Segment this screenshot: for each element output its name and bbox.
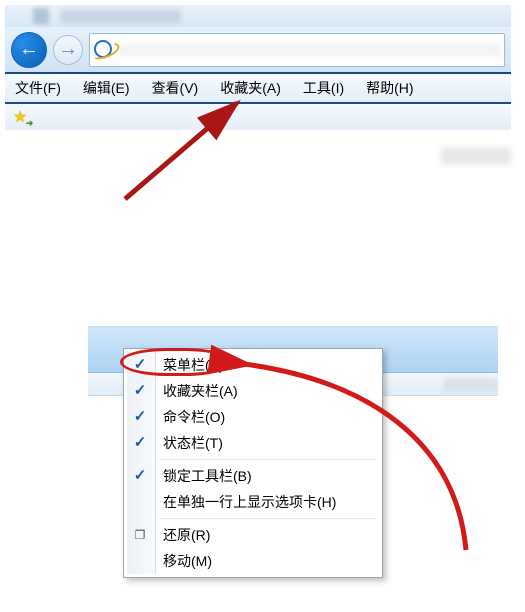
- titlebar-title-blur: [61, 9, 181, 23]
- arrow-right-icon: →: [58, 38, 78, 61]
- check-icon: ✓: [129, 378, 151, 404]
- address-text-blur: [118, 43, 500, 57]
- forward-button[interactable]: →: [53, 35, 83, 65]
- ctx-item-menubar[interactable]: ✓ 菜单栏(E): [155, 352, 379, 378]
- ctx-item-tabs-separate-row[interactable]: 在单独一行上显示选项卡(H): [155, 489, 379, 515]
- arrow-left-icon: ←: [19, 38, 39, 61]
- browser-window-top: ← → 文件(F) 编辑(E) 查看(V) 收藏夹(A) 工具(I) 帮助(H)…: [5, 5, 511, 210]
- browser-window-bottom: ✓ 菜单栏(E) ✓ 收藏夹栏(A) ✓ 命令栏(O) ✓ 状态栏(T) ✓ 锁…: [88, 326, 498, 606]
- ctx-label: 收藏夹栏(A): [163, 383, 238, 399]
- ctx-label: 命令栏(O): [163, 409, 225, 425]
- menu-tools[interactable]: 工具(I): [303, 78, 344, 98]
- add-favorite-icon[interactable]: ★➔: [13, 107, 27, 127]
- menu-favorites[interactable]: 收藏夹(A): [220, 78, 281, 98]
- check-icon: ✓: [129, 404, 151, 430]
- ctx-label: 锁定工具栏(B): [163, 468, 252, 484]
- address-bar[interactable]: [89, 33, 505, 67]
- menu-view[interactable]: 查看(V): [152, 78, 199, 98]
- ctx-label: 在单独一行上显示选项卡(H): [163, 494, 336, 510]
- menu-help[interactable]: 帮助(H): [366, 78, 413, 98]
- ctx-label: 还原(R): [163, 527, 210, 543]
- back-button[interactable]: ←: [11, 32, 47, 68]
- ctx-item-favorites-bar[interactable]: ✓ 收藏夹栏(A): [155, 378, 379, 404]
- ctx-item-move[interactable]: 移动(M): [155, 548, 379, 574]
- ctx-item-lock-toolbars[interactable]: ✓ 锁定工具栏(B): [155, 463, 379, 489]
- menu-file[interactable]: 文件(F): [15, 78, 61, 98]
- menu-bar: 文件(F) 编辑(E) 查看(V) 收藏夹(A) 工具(I) 帮助(H): [5, 72, 511, 104]
- nav-toolbar: ← →: [5, 27, 511, 72]
- ctx-item-restore[interactable]: ❐ 还原(R): [155, 522, 379, 548]
- restore-icon: ❐: [129, 522, 151, 548]
- ctx-label: 菜单栏(E): [163, 357, 224, 373]
- titlebar-favicon: [33, 8, 49, 24]
- menu-edit[interactable]: 编辑(E): [83, 78, 130, 98]
- check-icon: ✓: [129, 430, 151, 456]
- page-content-blur: [5, 138, 511, 178]
- ctx-item-status-bar[interactable]: ✓ 状态栏(T): [155, 430, 379, 456]
- check-icon: ✓: [129, 463, 151, 489]
- star-arrow-icon: ➔: [26, 118, 34, 129]
- context-menu-separator: [159, 459, 375, 460]
- ie-logo-icon: [94, 40, 114, 60]
- favorites-toolbar: ★➔: [5, 104, 511, 130]
- context-menu-separator: [159, 518, 375, 519]
- window-titlebar: [5, 5, 511, 27]
- ctx-item-command-bar[interactable]: ✓ 命令栏(O): [155, 404, 379, 430]
- ctx-label: 移动(M): [163, 553, 212, 569]
- check-icon: ✓: [129, 352, 151, 378]
- ctx-label: 状态栏(T): [163, 435, 223, 451]
- toolbar-context-menu: ✓ 菜单栏(E) ✓ 收藏夹栏(A) ✓ 命令栏(O) ✓ 状态栏(T) ✓ 锁…: [123, 348, 383, 578]
